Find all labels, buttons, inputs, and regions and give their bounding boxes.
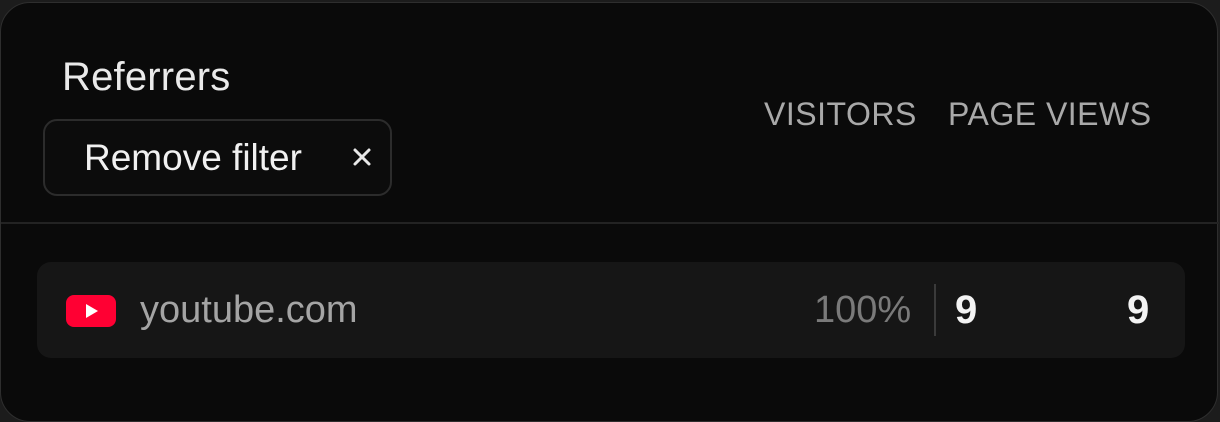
column-header-page-views: PAGE VIEWS	[948, 96, 1152, 132]
referrer-name: youtube.com	[140, 289, 358, 331]
referrer-percent: 100%	[814, 289, 912, 331]
remove-filter-label: Remove filter	[84, 137, 302, 178]
row-separator	[934, 284, 936, 336]
close-icon	[353, 148, 371, 166]
referrer-row[interactable]: youtube.com 100% 9 9	[37, 262, 1185, 358]
youtube-icon	[66, 295, 116, 327]
referrer-page-views: 9	[1127, 288, 1150, 332]
column-header-visitors: VISITORS	[764, 96, 917, 132]
referrer-visitors: 9	[955, 288, 978, 332]
header-divider	[1, 222, 1219, 224]
referrers-panel: Referrers Remove filter VISITORS PAGE VI…	[0, 2, 1219, 422]
panel-title: Referrers	[62, 55, 231, 99]
remove-filter-button[interactable]: Remove filter	[43, 119, 392, 196]
